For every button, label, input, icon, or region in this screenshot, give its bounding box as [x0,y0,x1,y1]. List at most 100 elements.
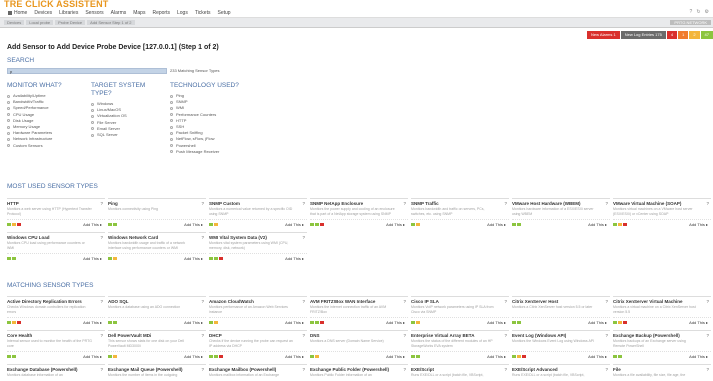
help-icon[interactable]: ? [100,299,103,304]
nav-sensors[interactable]: Sensors [85,10,103,16]
sensor-card[interactable]: WMI Vital System Data (V2)? Monitors vita… [209,232,307,262]
help-icon[interactable]: ? [302,367,305,372]
add-this-button[interactable]: Add This ▸ [83,354,102,359]
sensor-card[interactable]: Windows CPU Load? Monitors CPU load using… [7,232,105,262]
add-this-button[interactable]: Add This ▸ [588,320,607,325]
add-this-button[interactable]: Add This ▸ [487,320,506,325]
help-icon[interactable]: ? [403,333,406,338]
sensor-card[interactable]: Cisco IP SLA? Monitors VoIP network param… [411,296,509,326]
nav-reports[interactable]: Reports [152,10,170,16]
sensor-card[interactable]: SNMP Traffic? Monitors bandwidth and traf… [411,198,509,228]
nav-alarms[interactable]: Alarms [111,10,127,16]
help-icon[interactable]: ? [706,333,709,338]
sensor-card[interactable]: SNMP Custom? Monitors a numerical value r… [209,198,307,228]
help-icon[interactable]: ? [302,235,305,240]
help-icon[interactable]: ? [403,201,406,206]
nav-libraries[interactable]: Libraries [59,10,78,16]
new-alarms-badge[interactable]: New Alarms 1 [587,31,620,39]
sensor-card[interactable]: File? Monitors a file availability, file … [613,364,711,381]
nav-logs[interactable]: Logs [177,10,188,16]
add-this-button[interactable]: Add This ▸ [386,320,405,325]
help-icon[interactable]: ? [100,235,103,240]
help-icon[interactable]: ? [201,201,204,206]
help-icon[interactable]: ? [302,333,305,338]
sensor-card[interactable]: Event Log (Windows API)? Monitors the Win… [512,330,610,360]
sensor-card[interactable]: VMware Host Hardware (WBEM)? Monitors har… [512,198,610,228]
help-icon[interactable]: ? [100,367,103,372]
add-this-button[interactable]: Add This ▸ [83,320,102,325]
add-this-button[interactable]: Add This ▸ [285,222,304,227]
add-this-button[interactable]: Add This ▸ [285,354,304,359]
sensor-card[interactable]: Amazon CloudWatch? Monitors performance o… [209,296,307,326]
crumb-2[interactable]: Local probe [26,20,54,25]
nav-home[interactable]: Home [8,10,27,16]
sensor-card[interactable]: DNS? Monitors a DNS server (Domain Name S… [310,330,408,360]
help-icon[interactable]: ? [302,201,305,206]
sensor-card[interactable]: Ping? Monitors connectivity using Ping Add… [108,198,206,228]
add-this-button[interactable]: Add This ▸ [83,256,102,261]
help-icon[interactable]: ? [706,299,709,304]
sensor-card[interactable]: AVM FRITZ!Box WAN Interface? Monitors the… [310,296,408,326]
sensor-card[interactable]: Exchange Mailbox (Powershell)? Monitors m… [209,364,307,381]
crumb-1[interactable]: Devices [4,20,25,25]
help-icon[interactable]: ? [504,333,507,338]
help-icon[interactable]: ? [201,333,204,338]
help-icon[interactable]: ? [100,201,103,206]
help-icon[interactable]: ? [605,333,608,338]
sensor-card[interactable]: Citrix XenServer Host? Monitors a Citrix … [512,296,610,326]
help-icon[interactable]: ? [201,299,204,304]
filter-custom[interactable]: Custom Sensors [7,143,52,149]
help-icon[interactable]: ? [504,367,507,372]
sensor-card[interactable]: ADO SQL? Monitors a database using an ADO… [108,296,206,326]
sensor-card[interactable]: Windows Network Card? Monitors bandwidth … [108,232,206,262]
gear-icon[interactable]: ⚙ [705,9,709,15]
sensor-card[interactable]: VMware Virtual Machine (SOAP)? Monitors v… [613,198,711,228]
sensor-card[interactable]: Exchange Mail Queue (Powershell)? Monitor… [108,364,206,381]
nav-setup[interactable]: Setup [217,10,230,16]
help-icon[interactable]: ? [302,299,305,304]
help-icon[interactable]: ? [100,333,103,338]
add-this-button[interactable]: Add This ▸ [184,320,203,325]
add-this-button[interactable]: Add This ▸ [689,354,708,359]
sensor-card[interactable]: Core Health? Internal sensor used to moni… [7,330,105,360]
add-this-button[interactable]: Add This ▸ [184,256,203,261]
sensor-card[interactable]: Enterprise Virtual Array BETA? Monitors t… [411,330,509,360]
help-icon[interactable]: ? [504,201,507,206]
down-count-badge[interactable]: 4 [666,31,678,39]
help-icon[interactable]: ? [605,367,608,372]
add-this-button[interactable]: Add This ▸ [689,222,708,227]
sensor-card[interactable]: Exchange Database (Powershell)? Monitors … [7,364,105,381]
help-icon[interactable]: ? [403,299,406,304]
filter-push-message[interactable]: Push Message Receiver [170,149,219,155]
nav-tickets[interactable]: Tickets [195,10,211,16]
add-this-button[interactable]: Add This ▸ [83,222,102,227]
sensor-card[interactable]: HTTP? Monitors a web server using HTTP (H… [7,198,105,228]
crumb-3[interactable]: Probe Device [55,20,86,25]
sensor-card[interactable]: EXE/Script Advanced? Runs EXE/DLL or a sc… [512,364,610,381]
add-this-button[interactable]: Add This ▸ [487,222,506,227]
nav-devices[interactable]: Devices [34,10,52,16]
unusual-count-badge[interactable]: 2 [689,31,700,39]
help-icon[interactable]: ? [706,367,709,372]
add-this-button[interactable]: Add This ▸ [285,320,304,325]
help-icon[interactable]: ? [706,201,709,206]
sensor-card[interactable]: SNMP NetApp Enclosure? Monitors the power… [310,198,408,228]
sensor-card[interactable]: Citrix XenServer Virtual Machine? Monitor… [613,296,711,326]
help-icon[interactable]: ? [690,9,693,15]
help-icon[interactable]: ? [201,367,204,372]
nav-maps[interactable]: Maps [133,10,145,16]
new-log-entries-badge[interactable]: New Log Entries 175 [620,31,666,39]
refresh-icon[interactable]: ↻ [696,9,700,15]
add-this-button[interactable]: Add This ▸ [184,354,203,359]
filter-sql-server[interactable]: SQL Server [91,132,127,138]
sensor-card[interactable]: Active Directory Replication Errors? Chec… [7,296,105,326]
sensor-card[interactable]: Exchange Backup (Powershell)? Monitors ba… [613,330,711,360]
add-this-button[interactable]: Add This ▸ [588,354,607,359]
sensor-card[interactable]: Dell PowerVault MDi? This sensor shows st… [108,330,206,360]
add-this-button[interactable]: Add This ▸ [386,354,405,359]
add-this-button[interactable]: Add This ▸ [588,222,607,227]
add-this-button[interactable]: Add This ▸ [689,320,708,325]
sensor-card[interactable]: EXE/Script? Runs EXE/DLL or a script (bat… [411,364,509,381]
up-count-badge[interactable]: 47 [700,31,713,39]
help-icon[interactable]: ? [201,235,204,240]
